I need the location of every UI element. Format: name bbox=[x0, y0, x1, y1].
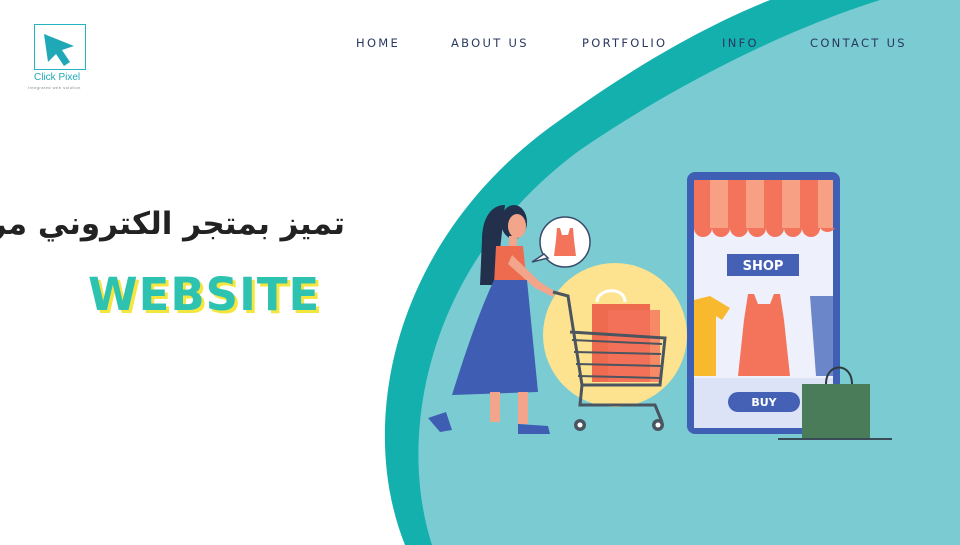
brand-name: Click Pixel bbox=[34, 72, 81, 83]
nav-about-us[interactable]: ABOUT US bbox=[451, 36, 529, 50]
nav-portfolio[interactable]: PORTFOLIO bbox=[582, 36, 667, 50]
hero-headline-arabic: تميز بمتجر الكتروني مرن bbox=[0, 206, 345, 242]
buy-button-text: BUY bbox=[751, 396, 777, 409]
svg-text:SHOP: SHOP bbox=[743, 259, 784, 274]
nav-contact-us[interactable]: CONTACT US bbox=[810, 36, 907, 50]
brand-logo[interactable]: Click Pixel Integrated web solution bbox=[28, 24, 98, 94]
brand-tagline: Integrated web solution bbox=[28, 85, 81, 90]
svg-text:BUY: BUY bbox=[751, 396, 777, 409]
shop-sign-text: SHOP bbox=[743, 259, 784, 274]
hero-headline-website: WEBSITE bbox=[88, 268, 321, 321]
nav-info[interactable]: INFO bbox=[722, 36, 759, 50]
nav-home[interactable]: HOME bbox=[356, 36, 400, 50]
main-nav: HOME ABOUT US PORTFOLIO INFO CONTACT US bbox=[0, 36, 960, 56]
